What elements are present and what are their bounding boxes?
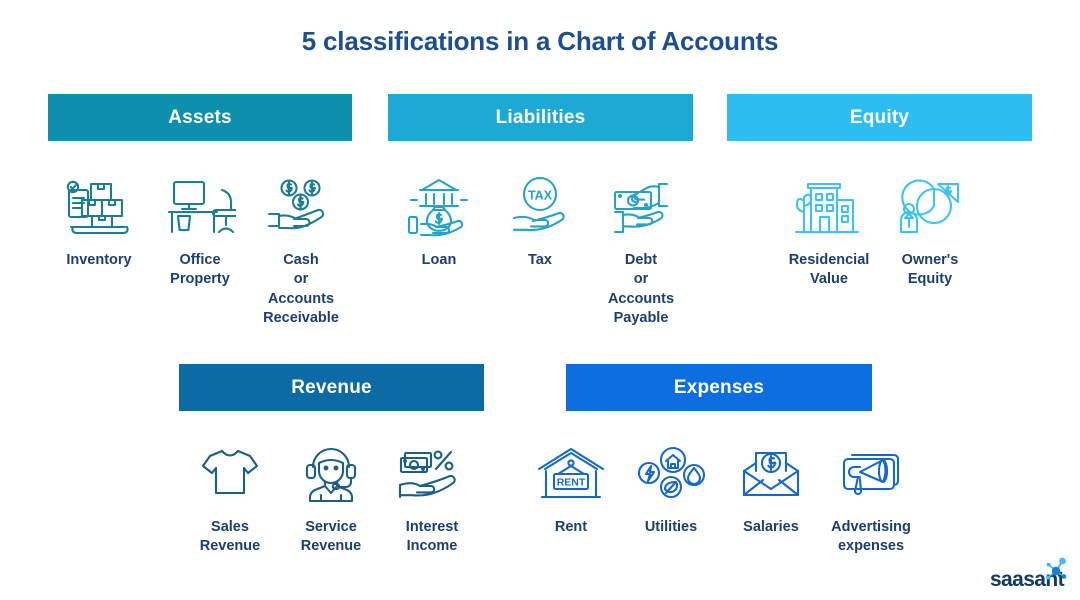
items-equity: Residencial Value Owner's Equity [757,170,1002,290]
saasant-logo: saasant [990,556,1067,590]
item-label: Service Revenue [300,519,362,555]
section-heading-label: Liabilities [495,106,586,128]
utilities-circles-icon [636,437,706,511]
item-cash-accounts-receivable: Cash or Accounts Receivable [251,170,352,328]
item-office-property: Office Property [150,170,251,290]
item-label: Loan [421,252,457,268]
inventory-boxes-icon [63,170,135,244]
hand-tax-icon: TAX [504,170,576,244]
section-header-assets: Assets [48,94,352,141]
items-expenses: RENT Rent Utilities Salaries Advertising… [521,437,921,557]
headset-agent-icon [299,437,363,511]
svg-text:TAX: TAX [528,189,553,203]
envelope-dollar-icon [736,437,806,511]
item-interest-income: Interest Income [382,437,483,557]
item-label: Tax [528,252,552,268]
item-sales-revenue: Sales Revenue [180,437,281,557]
logo-wordmark: saasant [990,557,1067,590]
section-header-equity: Equity [727,94,1032,141]
item-rent: RENT Rent [521,437,621,537]
section-header-liabilities: Liabilities [388,94,693,141]
page-title: 5 classifications in a Chart of Accounts [301,26,779,56]
house-rent-sign-icon: RENT [536,437,606,511]
items-liabilities: Loan TAX Tax Debt or Accounts Payable [371,170,709,328]
hand-coins-icon [265,170,337,244]
item-label: Office Property [170,252,230,288]
items-assets: Inventory Office Property Cash or Accoun… [31,170,369,328]
item-debt-accounts-payable: Debt or Accounts Payable [591,170,692,328]
bank-money-bag-icon [403,170,475,244]
infographic-page: 5 classifications in a Chart of Accounts… [0,0,1080,600]
item-label: Cash or Accounts Receivable [263,252,339,326]
section-header-revenue: Revenue [179,364,484,411]
item-label: Salaries [743,519,799,535]
item-advertising-expenses: Advertising expenses [821,437,921,557]
node-graph-icon [1043,556,1069,586]
item-label: Inventory [66,252,132,268]
office-desk-icon [164,170,236,244]
item-owners-equity: Owner's Equity [880,170,981,290]
hands-banknote-icon [605,170,677,244]
item-salaries: Salaries [721,437,821,537]
item-label: Sales Revenue [199,519,261,555]
item-label: Advertising expenses [831,519,911,555]
tshirt-icon [198,437,262,511]
item-residencial-value: Residencial Value [779,170,880,290]
item-label: Owner's Equity [901,252,959,288]
item-label: Debt or Accounts Payable [607,252,675,326]
section-header-expenses: Expenses [566,364,872,411]
section-heading-label: Assets [168,106,232,128]
section-heading-label: Equity [849,106,910,128]
section-heading-label: Expenses [673,376,765,398]
item-service-revenue: Service Revenue [281,437,382,557]
item-inventory: Inventory [49,170,150,270]
item-label: Interest Income [405,519,459,555]
svg-text:RENT: RENT [557,477,586,489]
item-tax: TAX Tax [490,170,591,270]
megaphone-icon [836,437,906,511]
item-label: Rent [554,519,588,535]
hand-percent-money-icon [396,437,468,511]
item-label: Utilities [644,519,698,535]
items-revenue: Sales Revenue Service Revenue Interest I… [162,437,500,557]
item-utilities: Utilities [621,437,721,537]
buildings-tree-icon [793,170,865,244]
item-loan: Loan [389,170,490,270]
section-heading-label: Revenue [291,376,372,398]
item-label: Residencial Value [788,252,870,288]
person-pie-chart-icon [894,170,966,244]
